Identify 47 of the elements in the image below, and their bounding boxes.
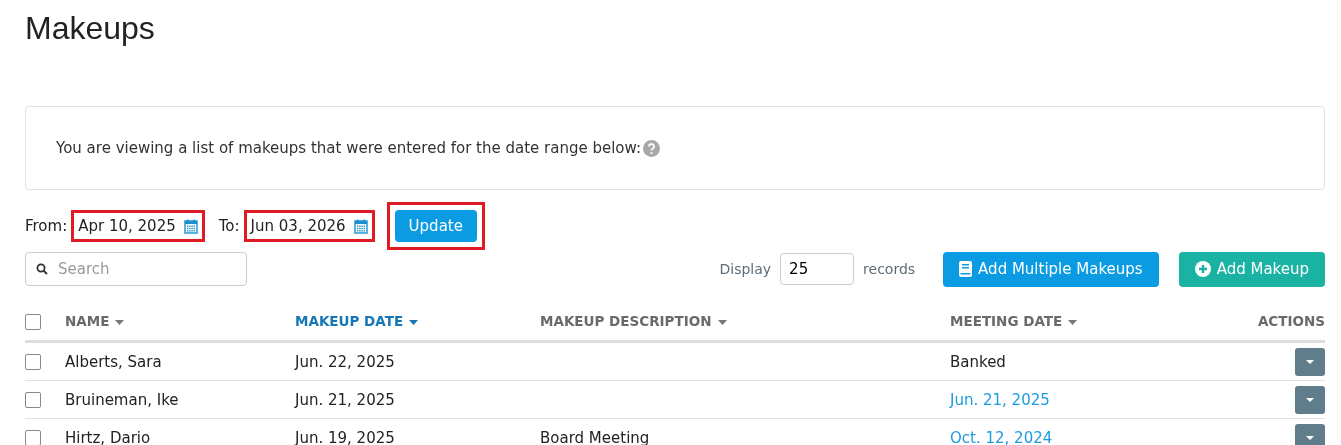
- add-button[interactable]: Add Multiple Makeups: [943, 251, 1159, 287]
- to-label: To:: [218, 217, 240, 235]
- date-field[interactable]: Jun 03, 2026: [250, 217, 346, 235]
- table-cell: Banked: [950, 352, 1006, 371]
- table-cell: Jun. 19, 2025: [295, 428, 395, 445]
- page-title: Makeups: [25, 9, 156, 48]
- table-cell: Hirtz, Dario: [65, 428, 151, 445]
- caret-icon: [1306, 397, 1314, 402]
- row-checkbox[interactable]: [25, 354, 41, 370]
- column-header[interactable]: MAKEUP DESCRIPTION: [540, 313, 727, 329]
- calendar-icon[interactable]: [183, 218, 198, 234]
- plus-circle-icon: [1194, 261, 1211, 277]
- actions-dropdown-button[interactable]: [1295, 347, 1325, 376]
- table-cell: Board Meeting: [540, 428, 650, 445]
- table-cell: Alberts, Sara: [65, 352, 162, 371]
- caret-icon: [1068, 319, 1078, 325]
- caret-icon: [1306, 435, 1314, 440]
- actions-dropdown-button[interactable]: [1295, 385, 1325, 414]
- display-label: Display: [719, 261, 772, 277]
- meeting-date-link[interactable]: Jun. 21, 2025: [950, 390, 1050, 409]
- book-icon: [959, 261, 973, 277]
- meeting-date-link[interactable]: Oct. 12, 2024: [950, 428, 1053, 445]
- column-header[interactable]: MEETING DATE: [950, 313, 1078, 329]
- table-cell: Jun. 21, 2025: [295, 390, 395, 409]
- search-icon: [36, 263, 48, 275]
- caret-icon: [717, 319, 727, 325]
- update-button[interactable]: Update: [394, 210, 477, 242]
- caret-icon: [115, 319, 125, 325]
- row-checkbox[interactable]: [25, 392, 41, 408]
- from-label: From:: [25, 217, 68, 235]
- table-cell: Jun. 22, 2025: [295, 352, 395, 371]
- help-icon[interactable]: [643, 139, 661, 157]
- row-checkbox[interactable]: [25, 430, 41, 445]
- search-field[interactable]: Search: [25, 252, 247, 286]
- column-header[interactable]: NAME: [65, 313, 125, 329]
- column-header: ACTIONS: [1257, 313, 1325, 329]
- calendar-icon[interactable]: [353, 218, 368, 234]
- records-count-field[interactable]: 25: [780, 253, 855, 285]
- caret-icon: [409, 319, 419, 325]
- caret-icon: [1306, 359, 1314, 364]
- date-field[interactable]: Apr 10, 2025: [78, 217, 176, 235]
- records-label: records: [863, 261, 916, 277]
- info-text: You are viewing a list of makeups that were entered for the date range below:: [56, 139, 642, 157]
- select-all-checkbox[interactable]: [25, 313, 41, 330]
- actions-dropdown-button[interactable]: [1295, 423, 1325, 445]
- table-cell: Bruineman, Ike: [65, 390, 179, 409]
- column-header[interactable]: MAKEUP DATE: [295, 313, 419, 329]
